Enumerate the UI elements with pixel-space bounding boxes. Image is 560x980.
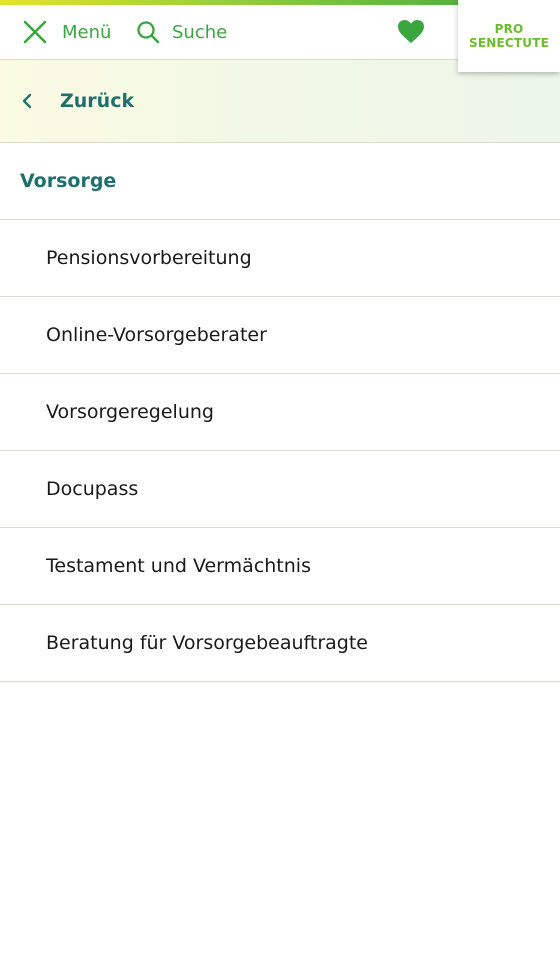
search-label: Suche (172, 21, 228, 43)
menu-item-label: Vorsorgeregelung (46, 401, 214, 423)
close-x-icon (22, 19, 48, 45)
magnifier-icon (136, 20, 160, 44)
menu-item-beratung-vorsorgebeauftragte[interactable]: Beratung für Vorsorgebeauftragte (0, 605, 560, 682)
pro-senectute-logo[interactable]: PRO SENECTUTE (458, 0, 560, 72)
back-label: Zurück (60, 90, 135, 112)
submenu-list: Pensionsvorbereitung Online-Vorsorgebera… (0, 220, 560, 682)
back-button[interactable]: Zurück (0, 60, 560, 143)
menu-item-docupass[interactable]: Docupass (0, 451, 560, 528)
menu-close-button[interactable]: Menü (22, 5, 111, 59)
menu-item-label: Testament und Vermächtnis (46, 555, 311, 577)
chevron-left-icon (22, 93, 32, 109)
menu-item-online-vorsorgeberater[interactable]: Online-Vorsorgeberater (0, 297, 560, 374)
menu-item-label: Beratung für Vorsorgebeauftragte (46, 632, 368, 654)
logo-line-pro: PRO (494, 22, 524, 36)
menu-item-vorsorgeregelung[interactable]: Vorsorgeregelung (0, 374, 560, 451)
logo-line-senectute: SENECTUTE (469, 36, 549, 50)
menu-item-label: Online-Vorsorgeberater (46, 324, 267, 346)
menu-item-label: Docupass (46, 478, 139, 500)
menu-item-label: Pensionsvorbereitung (46, 247, 252, 269)
favorites-button[interactable] (397, 19, 425, 45)
menu-label: Menü (62, 21, 112, 43)
menu-item-testament[interactable]: Testament und Vermächtnis (0, 528, 560, 605)
menu-item-pensionsvorbereitung[interactable]: Pensionsvorbereitung (0, 220, 560, 297)
section-heading-vorsorge[interactable]: Vorsorge (0, 143, 560, 220)
heart-icon (398, 20, 424, 43)
search-button[interactable]: Suche (136, 5, 227, 59)
section-title: Vorsorge (20, 170, 117, 192)
